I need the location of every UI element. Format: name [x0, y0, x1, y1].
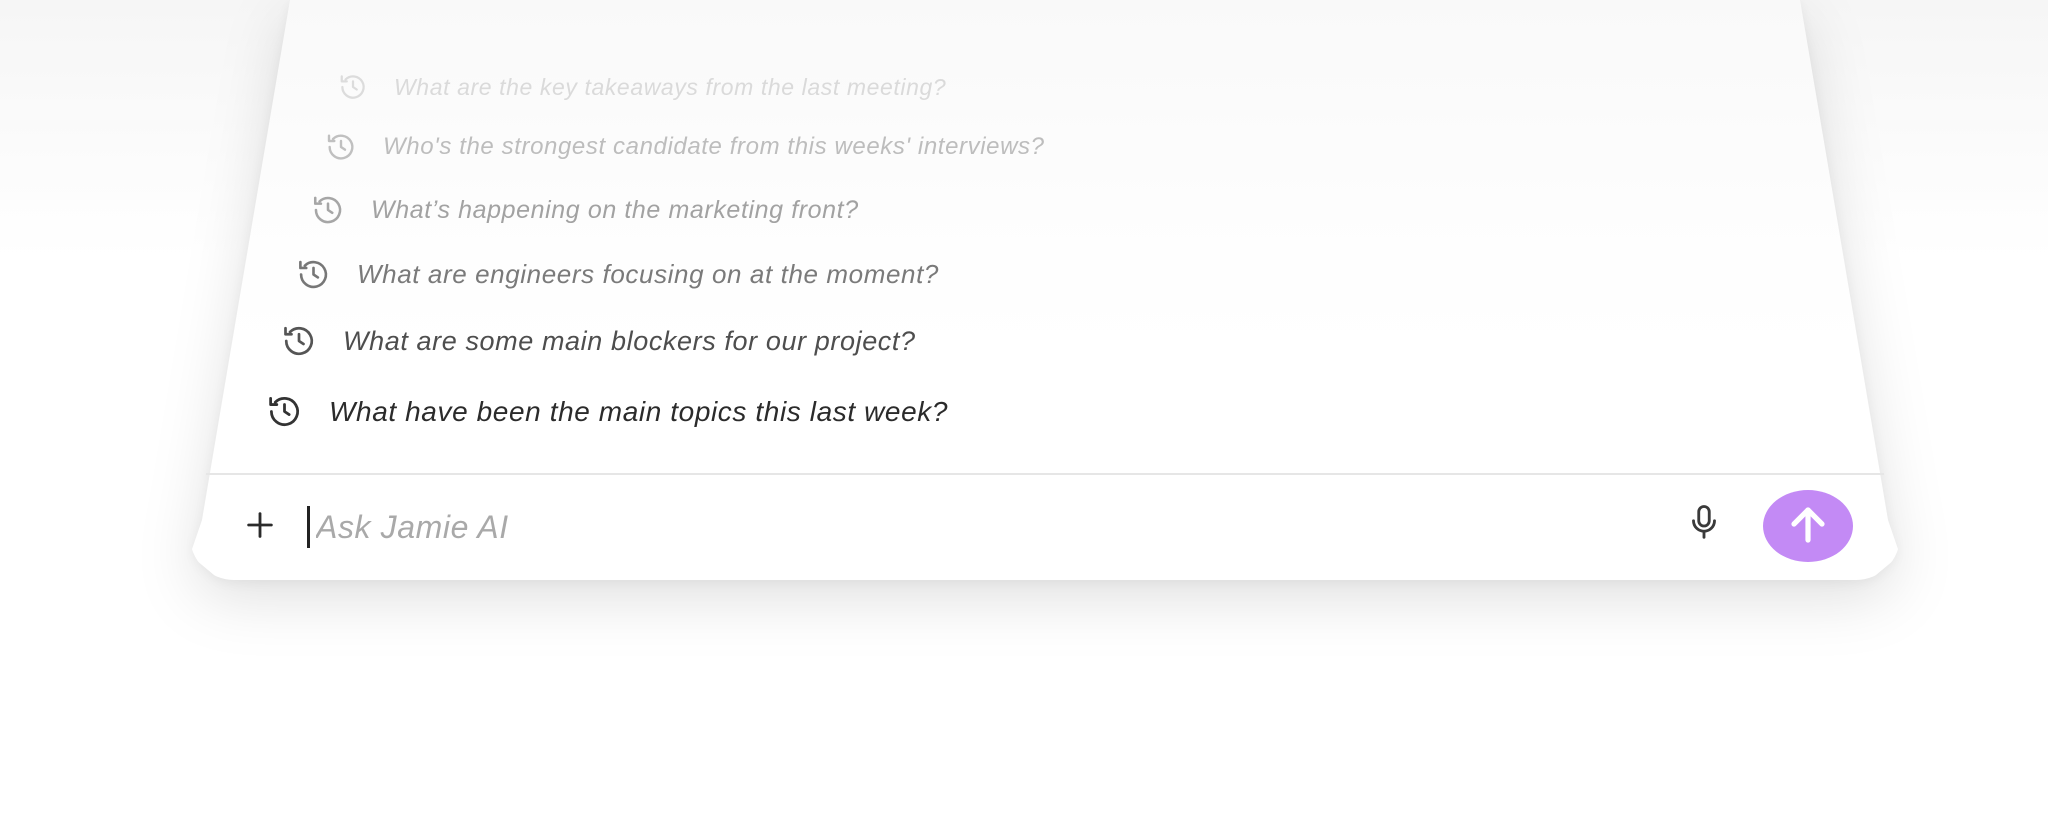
- history-item-label: What are the key takeaways from the last…: [394, 73, 947, 100]
- history-item[interactable]: What’s happening on the marketing front?: [311, 193, 859, 227]
- plus-icon: [243, 508, 277, 547]
- add-attachment-button[interactable]: [240, 507, 280, 547]
- history-icon: [338, 72, 368, 102]
- history-icon: [325, 131, 357, 163]
- history-item-label: What are some main blockers for our proj…: [343, 325, 916, 356]
- ask-input[interactable]: [316, 501, 1656, 553]
- history-icon: [296, 257, 331, 292]
- microphone-icon: [1686, 503, 1722, 548]
- history-item[interactable]: Who's the strongest candidate from this …: [325, 131, 1045, 163]
- text-caret: [307, 506, 310, 548]
- history-icon: [266, 393, 303, 430]
- history-item[interactable]: What are the key takeaways from the last…: [338, 72, 946, 102]
- history-icon: [281, 323, 317, 359]
- stage: What are the key takeaways from the last…: [0, 0, 2048, 818]
- history-item-label: Who's the strongest candidate from this …: [383, 133, 1045, 160]
- history-item[interactable]: What are engineers focusing on at the mo…: [296, 257, 939, 292]
- voice-input-button[interactable]: [1684, 502, 1724, 548]
- history-item-label: What have been the main topics this last…: [329, 395, 949, 427]
- history-item[interactable]: What have been the main topics this last…: [266, 393, 948, 430]
- composer-divider: [206, 473, 1884, 475]
- send-button[interactable]: [1763, 490, 1853, 562]
- history-icon: [311, 193, 345, 227]
- history-item-label: What are engineers focusing on at the mo…: [357, 259, 939, 289]
- arrow-up-icon: [1784, 500, 1832, 553]
- history-item[interactable]: What are some main blockers for our proj…: [281, 323, 916, 359]
- history-item-label: What’s happening on the marketing front?: [371, 195, 859, 224]
